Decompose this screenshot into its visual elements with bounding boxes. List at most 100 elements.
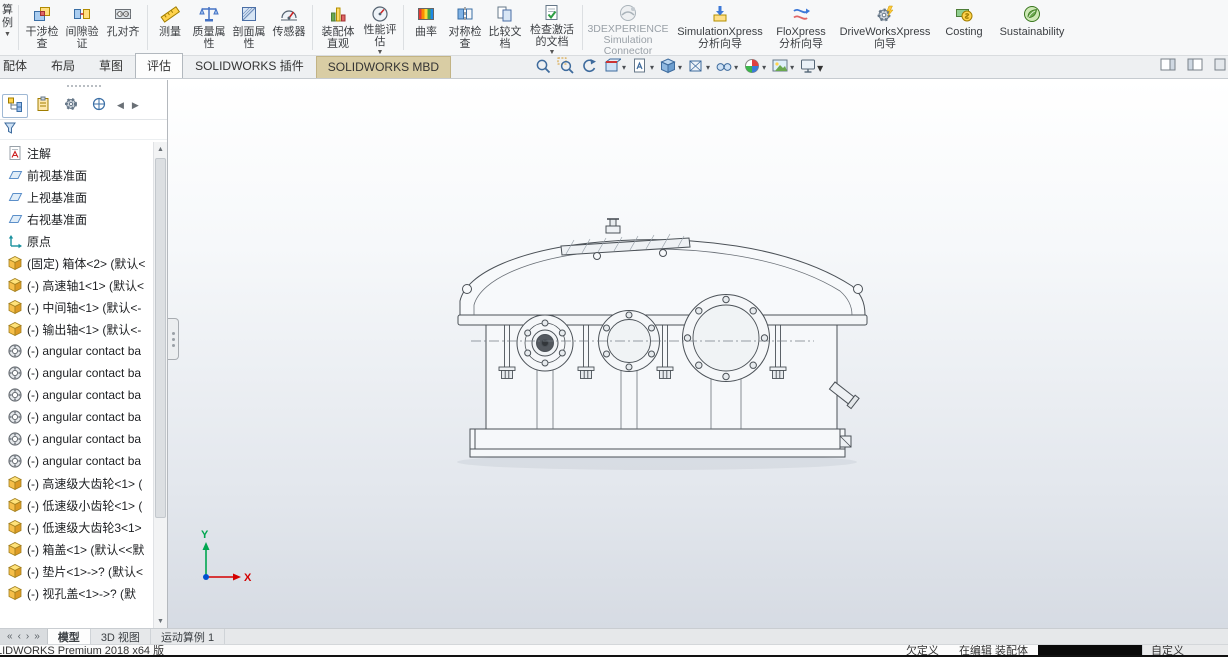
svg-text:X: X — [244, 572, 252, 584]
tree-item-bearing[interactable]: (-) angular contact ba — [0, 362, 153, 384]
next-tab-icon[interactable]: › — [26, 631, 29, 642]
feature-manager-panel: ◀ ▶ 注解 前视基准面 上视基准面 右视基准面 原点 (固定) 箱体<2> (… — [0, 80, 168, 628]
feature-tree-filter-input[interactable] — [21, 122, 164, 137]
scrollbar-thumb[interactable] — [155, 158, 166, 518]
ribbon-button-driveworksxpress-wizard[interactable]: DriveWorksXpress 向导 — [832, 0, 938, 55]
plane-icon — [7, 211, 23, 227]
view-settings-button[interactable]: ▾ — [797, 57, 825, 78]
zoom-fit-button[interactable] — [532, 57, 554, 78]
ribbon-button-check-active-document[interactable]: 检查激活的文档 ▼ — [525, 0, 579, 55]
tab-assembly[interactable]: 配体 — [0, 53, 39, 78]
scroll-up-icon[interactable]: ▲ — [154, 142, 167, 156]
feature-tree-scrollbar[interactable]: ▲ ▼ — [153, 142, 167, 628]
part-icon — [7, 541, 23, 557]
configuration-manager-tab[interactable] — [58, 94, 84, 118]
tree-item-bearing[interactable]: (-) angular contact ba — [0, 406, 153, 428]
doc-tab-motion-study-1[interactable]: 运动算例 1 — [151, 629, 226, 644]
hide-show-items-button[interactable]: ▾ — [713, 57, 740, 78]
ribbon-button-measure[interactable]: 测量 — [151, 0, 189, 55]
display-style-button[interactable]: ▾ — [685, 57, 712, 78]
ribbon-button-clearance-verify[interactable]: 间隙验证 — [62, 0, 102, 55]
tree-item-right-plane[interactable]: 右视基准面 — [0, 208, 153, 230]
display-pane-toggle-icon[interactable] — [1187, 58, 1204, 75]
tree-item-cover[interactable]: (-) 箱盖<1> (默认<<默 — [0, 538, 153, 560]
view-orientation-button[interactable]: ▾ — [657, 57, 684, 78]
tree-item-bearing[interactable]: (-) angular contact ba — [0, 340, 153, 362]
ribbon-button-performance-evaluation[interactable]: 性能评估 ▼ — [360, 0, 400, 55]
ribbon-button-compare-documents[interactable]: 比较文档 — [485, 0, 525, 55]
panel-grip[interactable] — [0, 80, 167, 92]
feature-tree-tab[interactable] — [2, 93, 28, 118]
simulationxpress-icon — [710, 3, 730, 25]
tree-item-top-plane[interactable]: 上视基准面 — [0, 186, 153, 208]
tree-item-sight-cover[interactable]: (-) 视孔盖<1>->? (默 — [0, 582, 153, 604]
prev-tab-icon[interactable]: ‹ — [18, 631, 21, 642]
ribbon-button-hole-alignment[interactable]: 孔对齐 — [102, 0, 144, 55]
ribbon-button-interference-check[interactable]: 干涉检查 — [22, 0, 62, 55]
tab-layout[interactable]: 布局 — [39, 53, 87, 78]
scroll-down-icon[interactable]: ▼ — [154, 614, 167, 628]
tree-item-bearing[interactable]: (-) angular contact ba — [0, 450, 153, 472]
tree-item-bearing[interactable]: (-) angular contact ba — [0, 384, 153, 406]
ribbon-button-section-properties[interactable]: 剖面属性 — [229, 0, 269, 55]
tree-item-gasket[interactable]: (-) 垫片<1>->? (默认< — [0, 560, 153, 582]
ribbon-button-curvature[interactable]: 曲率 — [407, 0, 445, 55]
compare-documents-icon — [495, 3, 515, 25]
collapse-pane-icon[interactable] — [1214, 58, 1226, 75]
ribbon-button-sensor[interactable]: 传感器 — [269, 0, 309, 55]
ribbon-button-costing[interactable]: Costing — [938, 0, 990, 55]
tree-item-ls-big-gear[interactable]: (-) 低速级大齿轮3<1> — [0, 516, 153, 538]
tree-item-hs-big-gear[interactable]: (-) 高速级大齿轮<1> ( — [0, 472, 153, 494]
tree-item-bearing[interactable]: (-) angular contact ba — [0, 428, 153, 450]
edit-appearance-button[interactable]: ▾ — [741, 57, 768, 78]
tree-item-output-shaft[interactable]: (-) 输出轴<1> (默认<- — [0, 318, 153, 340]
tree-item-origin[interactable]: 原点 — [0, 230, 153, 252]
tree-item-housing[interactable]: (固定) 箱体<2> (默认< — [0, 252, 153, 274]
plane-icon — [7, 189, 23, 205]
ribbon-button-sustainability[interactable]: Sustainability — [990, 0, 1074, 55]
tree-item-intermediate-shaft[interactable]: (-) 中间轴<1> (默认<- — [0, 296, 153, 318]
first-tab-icon[interactable]: « — [7, 631, 13, 642]
chevron-right-icon[interactable]: ▶ — [129, 100, 142, 111]
ribbon-button-simulationxpress-wizard[interactable]: SimulationXpress 分析向导 — [670, 0, 770, 55]
panel-splitter-handle[interactable] — [168, 318, 179, 360]
3dexperience-icon — [618, 3, 638, 23]
tree-item-annotations[interactable]: 注解 — [0, 142, 153, 164]
graphics-viewport[interactable]: X Y — [168, 80, 1228, 628]
ribbon-button-assembly-visualization[interactable]: 装配体直观 — [316, 0, 360, 55]
apply-scene-button[interactable]: ▾ — [769, 57, 796, 78]
ribbon-button-motion-study-clipped[interactable]: 算 例 ▼ — [0, 0, 15, 55]
dropdown-arrow-icon: ▾ — [622, 63, 627, 72]
driveworksxpress-icon — [875, 3, 895, 25]
dropdown-arrow-icon: ▾ — [678, 63, 683, 72]
tab-solidworks-mbd[interactable]: SOLIDWORKS MBD — [315, 56, 452, 78]
customize-statusbar[interactable]: 自定义 — [1142, 645, 1228, 655]
tree-item-ls-small-gear[interactable]: (-) 低速级小齿轮<1> ( — [0, 494, 153, 516]
tree-item-high-speed-shaft[interactable]: (-) 高速轴1<1> (默认< — [0, 274, 153, 296]
last-tab-icon[interactable]: » — [34, 631, 40, 642]
tab-solidworks-addins[interactable]: SOLIDWORKS 插件 — [183, 53, 316, 78]
dropdown-arrow-icon: ▾ — [790, 63, 795, 72]
ribbon-button-3dexperience-simulation-connector[interactable]: 3DEXPERIENCE Simulation Connector — [586, 0, 670, 55]
svg-text:Y: Y — [201, 529, 209, 541]
dimxpert-manager-tab[interactable] — [86, 94, 112, 118]
chevron-left-icon[interactable]: ◀ — [114, 100, 127, 111]
ribbon-button-mass-properties[interactable]: 质量属性 — [189, 0, 229, 55]
task-pane-toggle-icon[interactable] — [1160, 58, 1177, 75]
tab-sketch[interactable]: 草图 — [87, 53, 135, 78]
bearing-icon — [7, 453, 23, 469]
zoom-area-button[interactable] — [555, 57, 577, 78]
pane-toggle-group — [1160, 58, 1226, 75]
tab-evaluate[interactable]: 评估 — [135, 53, 184, 78]
property-manager-tab[interactable] — [30, 94, 56, 118]
assembly-visualization-icon — [328, 3, 348, 25]
annotations-view-button[interactable]: ▾ — [629, 57, 656, 78]
solidworks-window: 算 例 ▼ 干涉检查 间隙验证 孔对齐 测量 质量属性 剖面属性 传感器 装配体… — [0, 0, 1228, 657]
section-view-button[interactable]: ▾ — [601, 57, 628, 78]
ribbon-button-floxpress-wizard[interactable]: FloXpress 分析向导 — [770, 0, 832, 55]
previous-view-button[interactable] — [578, 57, 600, 78]
ribbon-button-symmetry-check[interactable]: 对称检查 — [445, 0, 485, 55]
doc-tab-3d-views[interactable]: 3D 视图 — [91, 629, 151, 644]
doc-tab-model[interactable]: 模型 — [47, 629, 91, 644]
tree-item-front-plane[interactable]: 前视基准面 — [0, 164, 153, 186]
